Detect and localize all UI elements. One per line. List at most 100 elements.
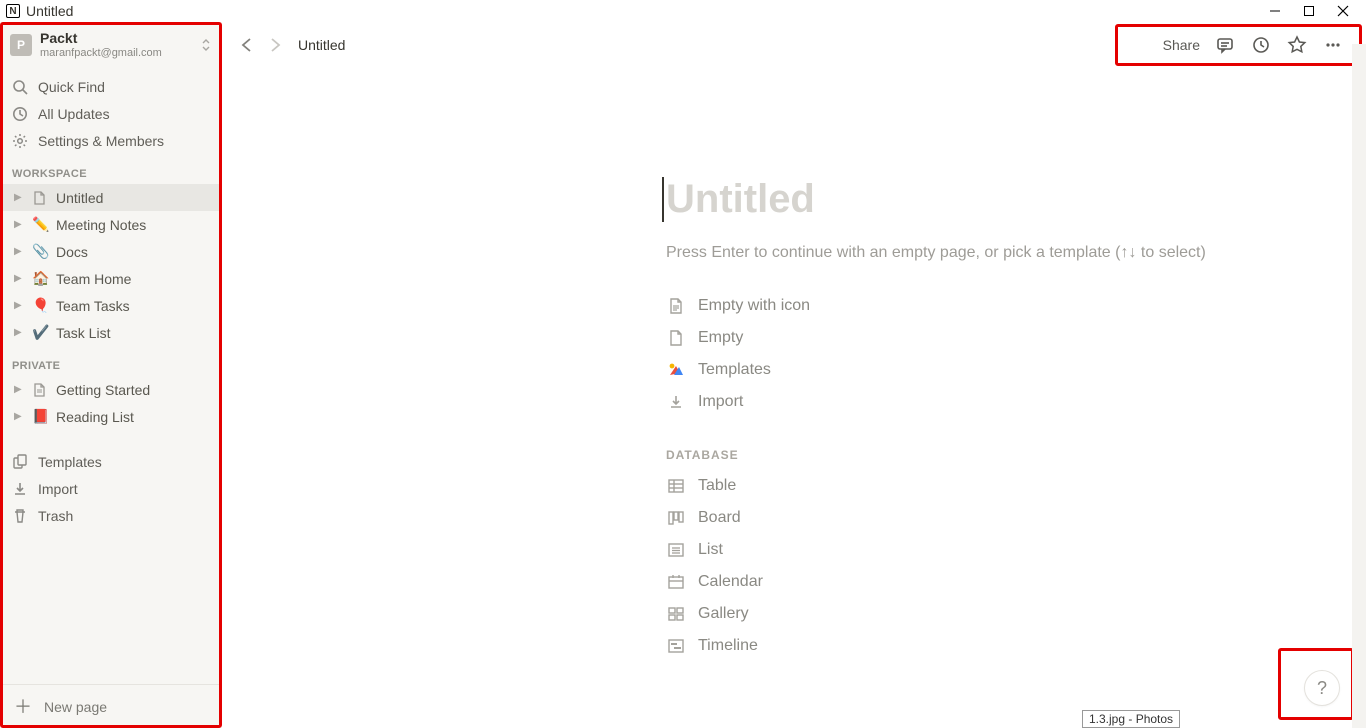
download-icon — [666, 392, 686, 412]
database-section-label: DATABASE — [666, 448, 1366, 462]
book-icon: 📕 — [32, 408, 50, 425]
chevron-right-icon[interactable]: ▶ — [14, 411, 26, 422]
table-icon — [666, 476, 686, 496]
sidebar-page-team-home[interactable]: ▶ 🏠 Team Home — [0, 265, 222, 292]
chevron-right-icon[interactable]: ▶ — [14, 246, 26, 257]
option-label: Calendar — [698, 573, 763, 591]
sidebar-page-label: Reading List — [56, 409, 134, 425]
calendar-icon — [666, 572, 686, 592]
page-hint-text: Press Enter to continue with an empty pa… — [666, 244, 1366, 262]
plus-icon: ＋ — [14, 698, 32, 716]
share-button[interactable]: Share — [1163, 37, 1200, 53]
trash-label: Trash — [38, 508, 73, 524]
taskbar-tooltip: 1.3.jpg - Photos — [1082, 710, 1180, 728]
sidebar-page-label: Untitled — [56, 190, 103, 206]
option-empty-with-icon[interactable]: Empty with icon — [666, 290, 1366, 322]
content-pane: Untitled Share Untitled — [222, 22, 1366, 728]
db-option-board[interactable]: Board — [666, 502, 1366, 534]
help-button[interactable]: ? — [1304, 670, 1340, 706]
trash-button[interactable]: Trash — [0, 502, 222, 529]
list-icon — [666, 540, 686, 560]
sidebar-page-team-tasks[interactable]: ▶ 🎈 Team Tasks — [0, 292, 222, 319]
import-label: Import — [38, 481, 78, 497]
sidebar-page-docs[interactable]: ▶ 📎 Docs — [0, 238, 222, 265]
sidebar-page-label: Team Tasks — [56, 298, 130, 314]
sidebar-page-reading-list[interactable]: ▶ 📕 Reading List — [0, 403, 222, 430]
new-page-button[interactable]: ＋ New page — [0, 684, 222, 728]
db-option-calendar[interactable]: Calendar — [666, 566, 1366, 598]
nav-forward-button[interactable] — [264, 34, 286, 56]
paperclip-icon: 📎 — [32, 243, 50, 260]
sidebar-page-label: Meeting Notes — [56, 217, 146, 233]
page-icon — [32, 383, 50, 397]
balloon-icon: 🎈 — [32, 297, 50, 314]
workspace-avatar: P — [10, 34, 32, 56]
scrollbar[interactable] — [1352, 44, 1366, 728]
pencil-icon: ✏️ — [32, 216, 50, 233]
private-section-label: PRIVATE — [0, 346, 222, 376]
clock-icon — [12, 106, 28, 122]
sidebar-page-task-list[interactable]: ▶ ✔️ Task List — [0, 319, 222, 346]
notion-logo-icon: N — [6, 4, 20, 18]
option-import[interactable]: Import — [666, 386, 1366, 418]
option-label: Timeline — [698, 637, 758, 655]
chevron-right-icon[interactable]: ▶ — [14, 327, 26, 338]
more-menu-icon[interactable] — [1322, 34, 1344, 56]
option-label: Templates — [698, 361, 771, 379]
option-label: List — [698, 541, 723, 559]
db-option-table[interactable]: Table — [666, 470, 1366, 502]
favorite-star-icon[interactable] — [1286, 34, 1308, 56]
chevron-right-icon[interactable]: ▶ — [14, 300, 26, 311]
window-titlebar: N Untitled — [0, 0, 1366, 22]
chevron-right-icon[interactable]: ▶ — [14, 384, 26, 395]
window-minimize-button[interactable] — [1268, 4, 1282, 18]
option-label: Table — [698, 477, 736, 495]
quick-find-button[interactable]: Quick Find — [0, 73, 222, 100]
all-updates-label: All Updates — [38, 106, 110, 122]
sidebar-page-label: Task List — [56, 325, 110, 341]
workspace-section-label: WORKSPACE — [0, 154, 222, 184]
all-updates-button[interactable]: All Updates — [0, 100, 222, 127]
import-button[interactable]: Import — [0, 475, 222, 502]
sidebar-page-meeting-notes[interactable]: ▶ ✏️ Meeting Notes — [0, 211, 222, 238]
updates-icon[interactable] — [1250, 34, 1272, 56]
templates-colorful-icon — [666, 360, 686, 380]
option-label: Empty — [698, 329, 743, 347]
option-empty[interactable]: Empty — [666, 322, 1366, 354]
chevron-right-icon[interactable]: ▶ — [14, 192, 26, 203]
sidebar-page-label: Team Home — [56, 271, 131, 287]
templates-button[interactable]: Templates — [0, 448, 222, 475]
topbar-actions: Share — [1155, 30, 1352, 60]
settings-members-label: Settings & Members — [38, 133, 164, 149]
db-option-gallery[interactable]: Gallery — [666, 598, 1366, 630]
sidebar-page-getting-started[interactable]: ▶ Getting Started — [0, 376, 222, 403]
chevron-right-icon[interactable]: ▶ — [14, 273, 26, 284]
window-close-button[interactable] — [1336, 4, 1350, 18]
sidebar-page-label: Docs — [56, 244, 88, 260]
templates-label: Templates — [38, 454, 102, 470]
settings-members-button[interactable]: Settings & Members — [0, 127, 222, 154]
comments-icon[interactable] — [1214, 34, 1236, 56]
nav-back-button[interactable] — [236, 34, 258, 56]
sidebar-page-untitled[interactable]: ▶ Untitled — [0, 184, 222, 211]
unfold-icon — [200, 38, 212, 52]
sidebar: P Packt maranfpackt@gmail.com Quick Find… — [0, 22, 222, 728]
sidebar-page-label: Getting Started — [56, 382, 150, 398]
workspace-switcher[interactable]: P Packt maranfpackt@gmail.com — [0, 22, 222, 65]
search-icon — [12, 79, 28, 95]
option-templates[interactable]: Templates — [666, 354, 1366, 386]
option-label: Board — [698, 509, 741, 527]
option-label: Import — [698, 393, 743, 411]
quick-find-label: Quick Find — [38, 79, 105, 95]
db-option-list[interactable]: List — [666, 534, 1366, 566]
breadcrumb[interactable]: Untitled — [298, 37, 345, 53]
page-icon — [666, 328, 686, 348]
db-option-timeline[interactable]: Timeline — [666, 630, 1366, 662]
download-icon — [12, 481, 28, 497]
chevron-right-icon[interactable]: ▶ — [14, 219, 26, 230]
window-title: Untitled — [26, 3, 73, 19]
page-title-input[interactable]: Untitled — [662, 177, 1366, 222]
templates-icon — [12, 454, 28, 470]
option-label: Gallery — [698, 605, 749, 623]
window-maximize-button[interactable] — [1302, 4, 1316, 18]
